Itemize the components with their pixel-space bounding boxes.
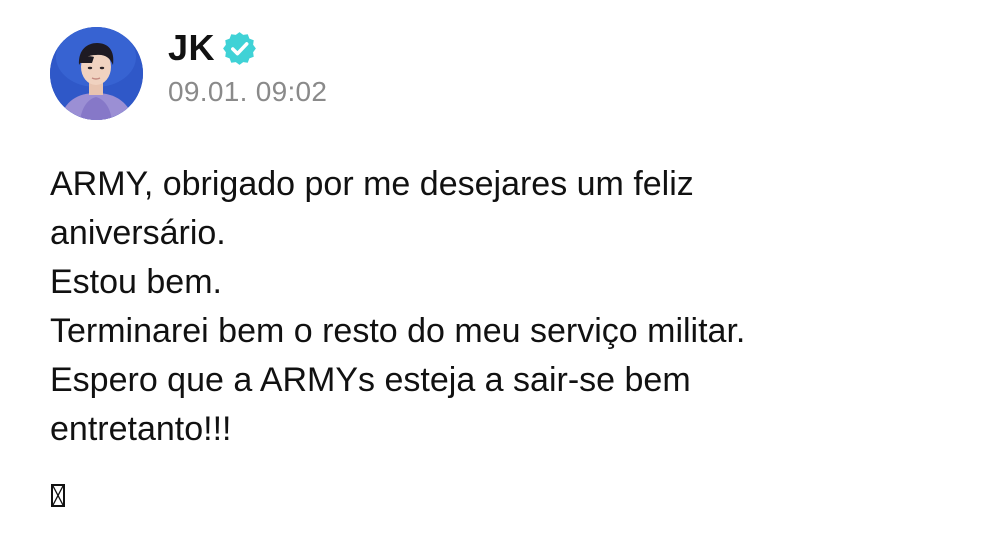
avatar[interactable]: [50, 27, 143, 120]
post-card: JK 09.01. 09:02 ARMY, obrigado por me de…: [0, 0, 1000, 542]
post-timestamp: 09.01. 09:02: [168, 76, 328, 107]
post-body-line: Espero que a ARMYs esteja a sair-se bem: [50, 361, 691, 399]
post-body: ARMY, obrigado por me desejares um feliz…: [50, 160, 970, 454]
verified-badge-icon: [223, 31, 256, 65]
post-body-line: Terminarei bem o resto do meu serviço mi…: [50, 312, 746, 350]
missing-glyph-icon: [51, 484, 65, 507]
post-body-line: entretanto!!!: [50, 410, 232, 448]
author-name[interactable]: JK: [168, 27, 215, 69]
post-body-line: Estou bem.: [50, 263, 222, 301]
author-header: JK: [168, 24, 256, 72]
post-body-line: ARMY, obrigado por me desejares um feliz: [50, 165, 694, 203]
post-body-line: aniversário.: [50, 214, 226, 252]
avatar-photo: [50, 27, 143, 120]
